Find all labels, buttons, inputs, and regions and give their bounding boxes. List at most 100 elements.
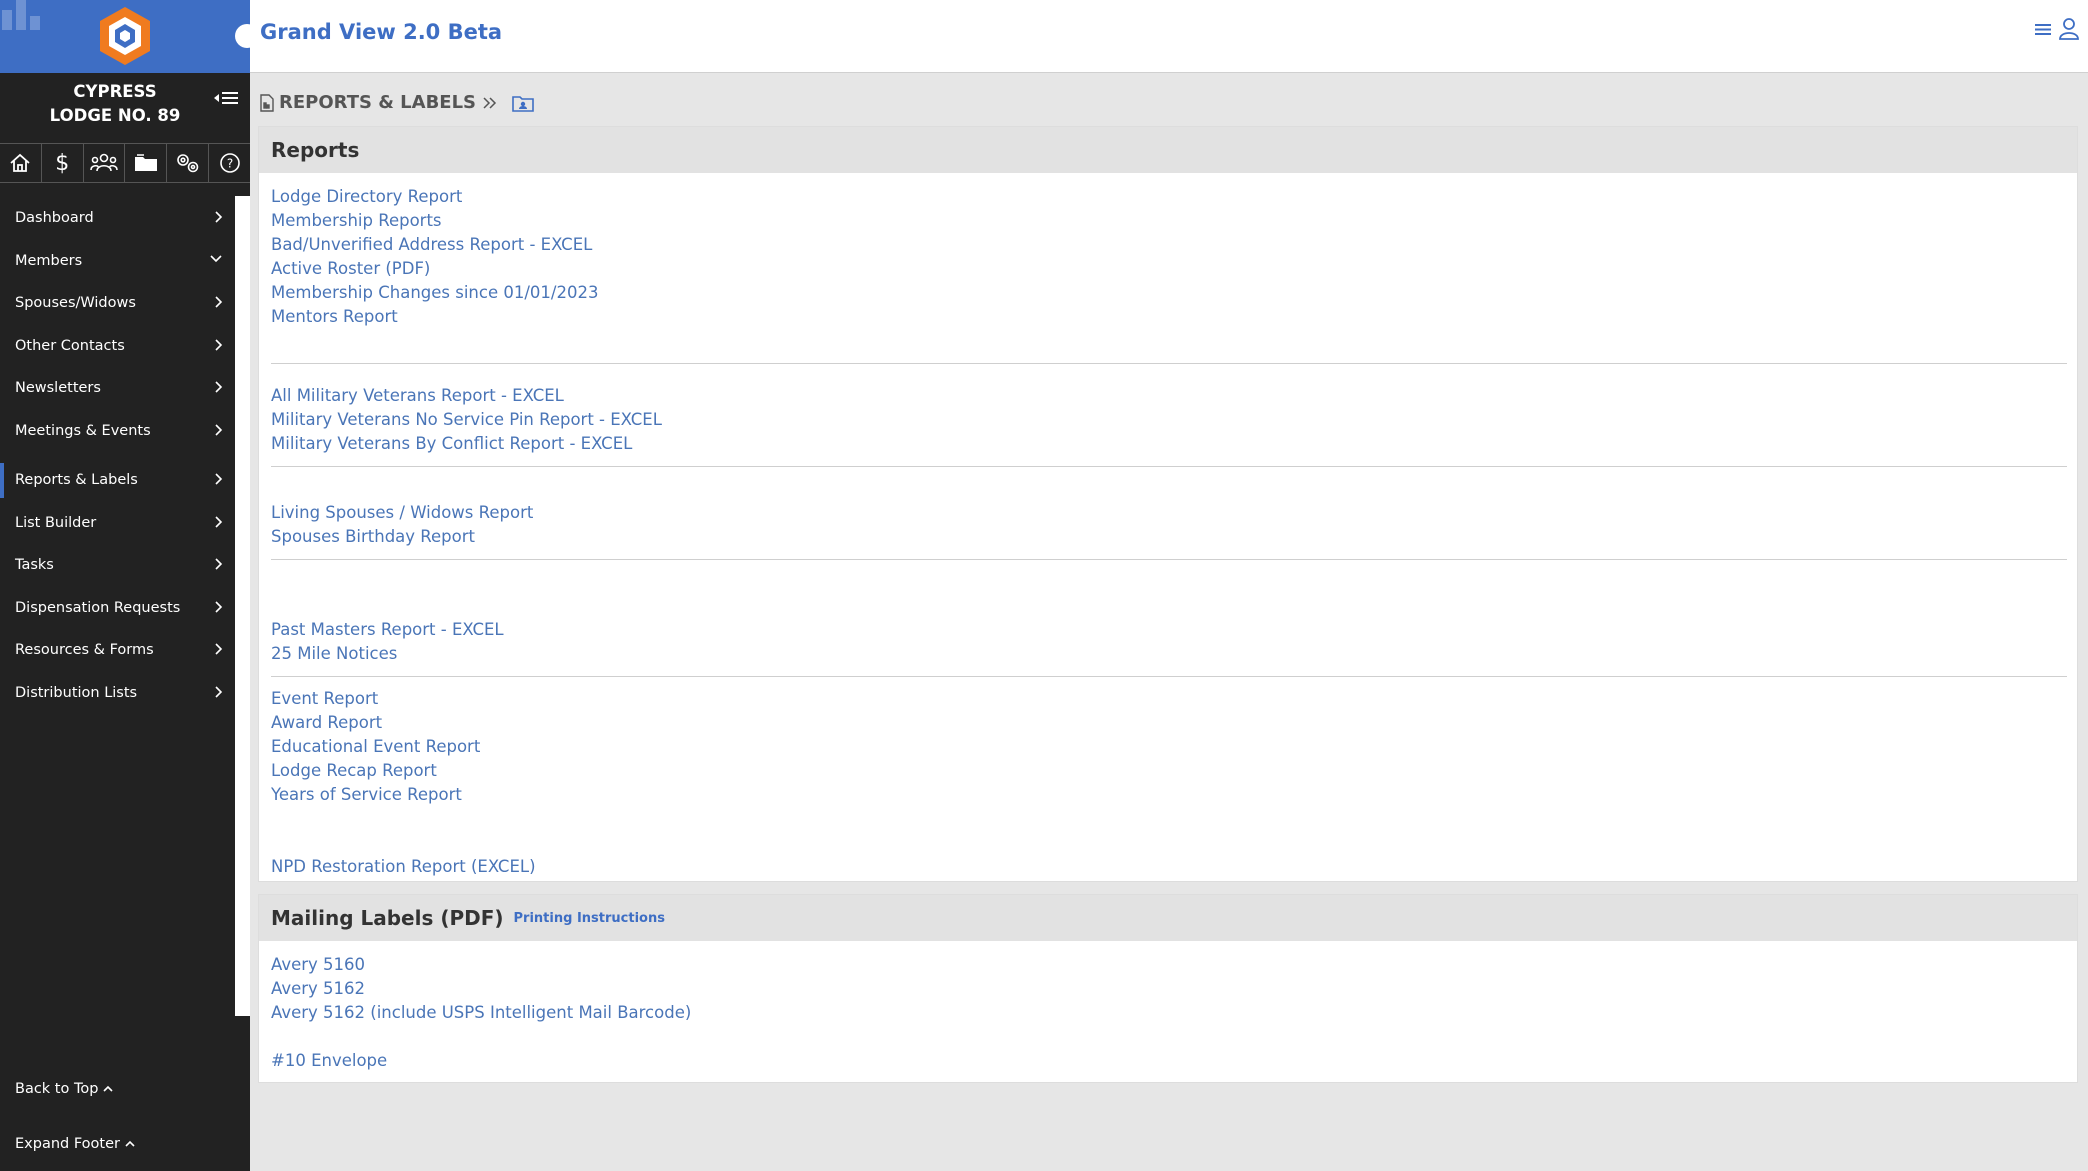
report-link[interactable]: Active Roster (PDF) <box>271 257 2067 281</box>
sidebar-item-spouses-widows[interactable]: Spouses/Widows <box>0 282 235 325</box>
reports-panel-body: Lodge Directory Report Membership Report… <box>259 173 2077 891</box>
sidebar-item-label: Members <box>15 252 83 269</box>
sidebar-icon-bar: $ ? <box>0 143 250 183</box>
report-link[interactable]: Event Report <box>271 687 2067 711</box>
label-group: Avery 5160 Avery 5162 Avery 5162 (includ… <box>271 951 2067 1025</box>
breadcrumb-current: REPORTS & LABELS <box>279 92 477 113</box>
chevron-right-icon <box>215 211 223 223</box>
lodge-name-line1: CYPRESS <box>73 82 157 101</box>
report-link[interactable]: Educational Event Report <box>271 735 2067 759</box>
chevron-right-icon <box>215 643 223 655</box>
header-actions <box>2034 17 2080 41</box>
expand-footer-label: Expand Footer <box>15 1135 120 1152</box>
dollar-icon: $ <box>55 150 70 176</box>
report-link[interactable]: Lodge Recap Report <box>271 759 2067 783</box>
sidebar-item-resources-forms[interactable]: Resources & Forms <box>0 629 235 672</box>
report-group-membership: Lodge Directory Report Membership Report… <box>271 183 2067 363</box>
back-to-top-button[interactable]: Back to Top <box>0 1061 250 1116</box>
users-icon <box>90 153 118 172</box>
report-link[interactable]: Past Masters Report - EXCEL <box>271 618 2067 642</box>
label-link[interactable]: Avery 5162 (include USPS Intelligent Mai… <box>271 1001 2067 1025</box>
brand-header <box>0 0 250 73</box>
folder-icon <box>134 154 157 171</box>
report-link[interactable]: 25 Mile Notices <box>271 642 2067 666</box>
report-link[interactable]: Years of Service Report <box>271 783 2067 807</box>
logo-icon[interactable] <box>97 5 153 67</box>
report-link[interactable]: Military Veterans By Conflict Report - E… <box>271 432 2067 456</box>
sidebar-item-label: Newsletters <box>15 380 101 397</box>
finance-button[interactable]: $ <box>42 144 84 182</box>
sidebar-item-distribution-lists[interactable]: Distribution Lists <box>0 672 235 715</box>
members-button[interactable] <box>84 144 126 182</box>
envelope-group: #10 Envelope <box>271 1025 2067 1085</box>
sidebar-item-dashboard[interactable]: Dashboard <box>0 197 235 240</box>
sidebar-item-label: Meetings & Events <box>15 422 151 439</box>
envelope-link[interactable]: #10 Envelope <box>271 1049 2067 1073</box>
sidebar-item-label: Reports & Labels <box>15 472 138 489</box>
sidebar-item-label: Dispensation Requests <box>15 599 181 616</box>
report-link[interactable]: Military Veterans No Service Pin Report … <box>271 408 2067 432</box>
report-link[interactable]: Membership Reports <box>271 209 2067 233</box>
sidebar-toggle-tab[interactable] <box>235 24 259 48</box>
sidebar-item-label: Distribution Lists <box>15 684 138 701</box>
chevron-down-icon <box>210 254 222 262</box>
printing-instructions-link[interactable]: Printing Instructions <box>514 911 665 926</box>
report-link[interactable]: Mentors Report <box>271 305 2067 329</box>
sidebar-item-label: Spouses/Widows <box>15 295 136 312</box>
contact-folder-icon[interactable] <box>512 94 534 112</box>
sidebar-item-list-builder[interactable]: List Builder <box>0 502 235 545</box>
home-button[interactable] <box>0 144 42 182</box>
report-group-spouses: Living Spouses / Widows Report Spouses B… <box>271 467 2067 559</box>
back-to-top-label: Back to Top <box>15 1080 99 1097</box>
report-group-events: Event Report Award Report Educational Ev… <box>271 677 2067 807</box>
chevron-up-icon <box>125 1140 135 1147</box>
help-button[interactable]: ? <box>209 144 250 182</box>
reports-panel: Reports Lodge Directory Report Membershi… <box>258 126 2078 882</box>
report-link[interactable]: Living Spouses / Widows Report <box>271 501 2067 525</box>
lodge-name: CYPRESS LODGE NO. 89 <box>0 80 230 128</box>
report-link[interactable]: Membership Changes since 01/01/2023 <box>271 281 2067 305</box>
documents-button[interactable] <box>125 144 168 182</box>
report-link[interactable]: All Military Veterans Report - EXCEL <box>271 384 2067 408</box>
svg-text:?: ? <box>226 157 232 171</box>
reports-panel-header: Reports <box>259 127 2077 173</box>
lodge-name-line2: LODGE NO. 89 <box>49 106 181 125</box>
sidebar-footer: Back to Top Expand Footer <box>0 1061 250 1171</box>
report-link[interactable]: Spouses Birthday Report <box>271 525 2067 549</box>
report-group-npd: NPD Restoration Report (EXCEL) <box>271 807 2067 891</box>
user-icon[interactable] <box>2058 17 2080 41</box>
collapse-sidebar-button[interactable] <box>214 90 240 111</box>
reports-panel-title: Reports <box>271 138 360 162</box>
sidebar-item-newsletters[interactable]: Newsletters <box>0 367 235 410</box>
sidebar-scrollbar[interactable] <box>235 196 250 1016</box>
chevron-right-icon <box>215 515 223 528</box>
mailing-labels-title: Mailing Labels (PDF) <box>271 906 504 930</box>
sidebar-item-other-contacts[interactable]: Other Contacts <box>0 325 235 368</box>
sidebar: CYPRESS LODGE NO. 89 $ ? Dashboard Membe… <box>0 0 250 1171</box>
report-group-veterans: All Military Veterans Report - EXCEL Mil… <box>271 364 2067 466</box>
sidebar-item-tasks[interactable]: Tasks <box>0 544 235 587</box>
settings-button[interactable] <box>167 144 210 182</box>
sidebar-item-meetings-events[interactable]: Meetings & Events <box>0 410 235 453</box>
sidebar-item-reports-labels[interactable]: Reports & Labels <box>0 459 235 502</box>
report-group-past-masters: Past Masters Report - EXCEL 25 Mile Noti… <box>271 560 2067 676</box>
label-link[interactable]: Avery 5162 <box>271 977 2067 1001</box>
top-header: Grand View 2.0 Beta <box>250 0 2088 73</box>
sidebar-item-label: Dashboard <box>15 210 94 227</box>
chevron-right-icon <box>215 423 223 436</box>
hamburger-menu-icon[interactable] <box>2034 21 2052 37</box>
report-link[interactable]: Bad/Unverified Address Report - EXCEL <box>271 233 2067 257</box>
label-link[interactable]: Avery 5160 <box>271 953 2067 977</box>
sidebar-item-label: Other Contacts <box>15 337 125 354</box>
sidebar-nav: Dashboard Members Spouses/Widows Other C… <box>0 197 235 714</box>
report-link[interactable]: NPD Restoration Report (EXCEL) <box>271 855 2067 879</box>
double-chevron-right-icon <box>483 96 497 109</box>
chevron-right-icon <box>215 558 223 570</box>
report-link[interactable]: Award Report <box>271 711 2067 735</box>
sidebar-item-dispensation-requests[interactable]: Dispensation Requests <box>0 587 235 630</box>
chevron-right-icon <box>215 600 223 613</box>
chevron-right-icon <box>215 685 223 698</box>
report-link[interactable]: Lodge Directory Report <box>271 185 2067 209</box>
expand-footer-button[interactable]: Expand Footer <box>0 1116 250 1171</box>
sidebar-item-members[interactable]: Members <box>0 240 235 283</box>
